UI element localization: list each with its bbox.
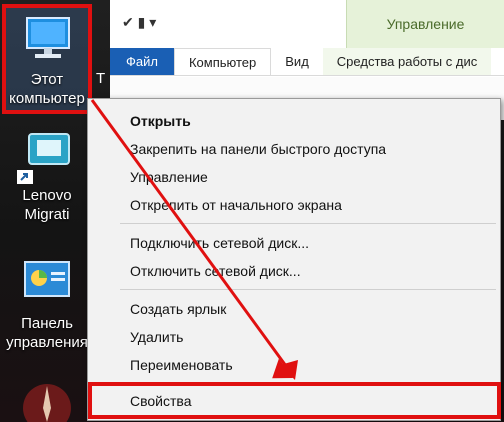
lenovo-migration-label: Lenovo Migrati [22,187,72,223]
menu-separator [120,289,496,290]
menu-item-map-network-drive[interactable]: Подключить сетевой диск... [88,229,500,257]
menu-item-rename[interactable]: Переименовать [88,351,500,379]
partial-icon-label: T [96,70,106,87]
control-panel-desktop-icon[interactable]: Панель управления [2,258,92,352]
this-pc-desktop-icon[interactable]: Этот компьютер [2,4,92,114]
tab-file[interactable]: Файл [110,48,174,75]
tab-view[interactable]: Вид [271,48,323,75]
context-menu: Открыть Закрепить на панели быстрого дос… [87,98,501,421]
menu-item-pin-quick-access[interactable]: Закрепить на панели быстрого доступа [88,135,500,163]
tab-computer[interactable]: Компьютер [173,48,272,75]
tab-drive-tools[interactable]: Средства работы с дис [322,48,492,75]
menu-item-disconnect-network-drive[interactable]: Отключить сетевой диск... [88,257,500,285]
manage-contextual-tab[interactable]: Управление [346,0,504,48]
control-panel-label: Панель управления [6,315,88,351]
properties-highlight-box [88,382,501,419]
jedi-desktop-icon[interactable] [2,378,92,422]
ribbon-tabs: Файл Компьютер Вид Средства работы с дис [110,48,504,76]
this-pc-label: Этот компьютер [9,71,85,107]
menu-item-create-shortcut[interactable]: Создать ярлык [88,295,500,323]
jedi-emblem-icon [17,378,77,422]
lenovo-migration-desktop-icon[interactable]: Lenovo Migrati [2,130,92,224]
quick-access-toolbar[interactable]: ✔ ▮ ▾ [122,14,156,31]
lenovo-migration-icon [17,130,77,186]
control-panel-icon [17,258,77,314]
menu-item-delete[interactable]: Удалить [88,323,500,351]
menu-separator [120,223,496,224]
menu-item-open[interactable]: Открыть [88,107,500,135]
computer-icon [17,14,77,70]
menu-item-unpin-start[interactable]: Открепить от начального экрана [88,191,500,219]
menu-item-manage[interactable]: Управление [88,163,500,191]
